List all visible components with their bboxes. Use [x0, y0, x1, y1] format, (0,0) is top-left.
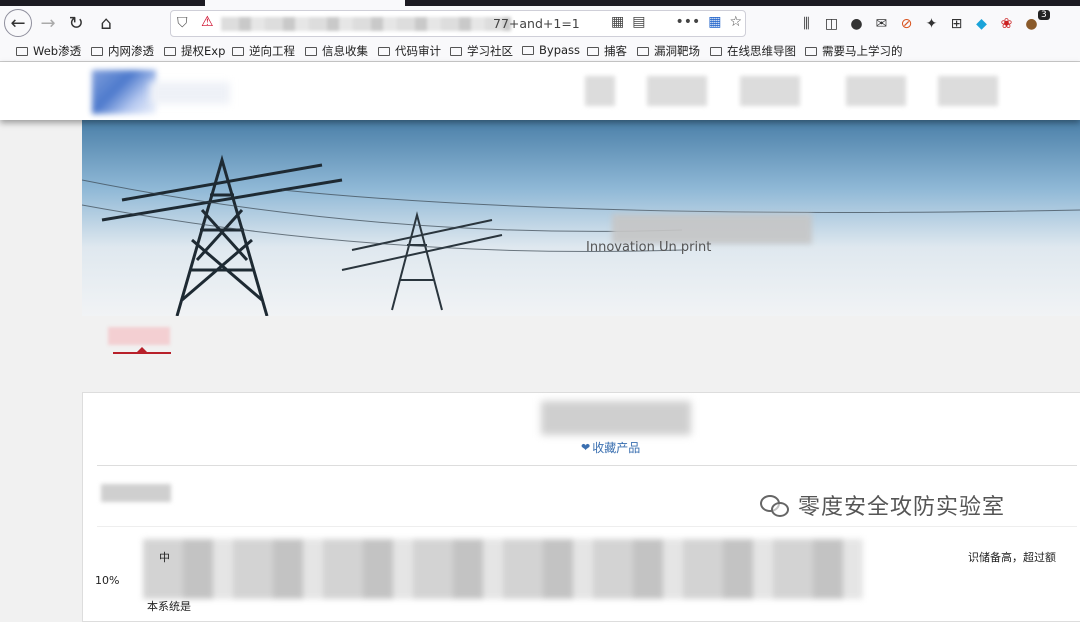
bookmark-folder[interactable]: 代码审计	[378, 43, 441, 59]
bookmark-folder[interactable]: 在线思维导图	[710, 43, 796, 59]
bookmark-label: 学习社区	[467, 44, 513, 58]
bookmark-folder[interactable]: 捕客	[587, 43, 627, 59]
divider	[97, 526, 1077, 527]
home-button[interactable]: ⌂	[92, 9, 120, 37]
bookmark-folder[interactable]: 需要马上学习的	[805, 43, 903, 59]
bookmark-folder[interactable]: 学习社区	[450, 43, 513, 59]
cube-icon[interactable]: ◆	[973, 16, 990, 32]
grid-icon[interactable]: ⊞	[948, 16, 965, 32]
nav-item-redacted[interactable]	[846, 76, 906, 106]
bookmark-folder[interactable]: 内网渗透	[91, 43, 154, 59]
heart-icon: ❤	[581, 441, 591, 454]
nav-item-redacted[interactable]	[585, 76, 615, 106]
folder-icon	[805, 46, 817, 56]
reload-icon: ↻	[68, 12, 84, 34]
url-text[interactable]: 77+and+1=1	[493, 16, 580, 31]
text-fragment: 中	[159, 551, 170, 564]
folder-icon	[637, 46, 649, 56]
extension-toolbar: ⫼ ◫ ● ✉ ⊘ ✦ ⊞ ◆ ❀ ●	[798, 16, 1040, 32]
bookmark-star-icon[interactable]: ☆	[729, 14, 742, 30]
bookmark-label: 在线思维导图	[727, 44, 796, 58]
more-actions-icon[interactable]: •••	[675, 14, 700, 30]
bookmark-label: 信息收集	[322, 44, 368, 58]
chat-icon[interactable]: ✉	[873, 16, 890, 32]
bookmarks-bar: Web渗透 内网渗透 提权Exp 逆向工程 信息收集 代码审计 学习社区 Byp…	[0, 40, 1080, 62]
bookmark-folder[interactable]: 漏洞靶场	[637, 43, 700, 59]
text-fragment: 识储备高，超过额	[968, 551, 1056, 564]
reload-button[interactable]: ↻	[62, 9, 90, 37]
banner-tagline: Innovation Un print	[586, 240, 712, 255]
nav-item-redacted[interactable]	[647, 76, 707, 106]
bookmark-label: 需要马上学习的	[822, 44, 903, 58]
bookmark-label: Bypass	[539, 43, 581, 57]
arrow-left-icon: ←	[10, 12, 26, 34]
folder-icon	[91, 46, 103, 56]
text-fragment: 本系统是	[147, 600, 191, 613]
bookmark-folder[interactable]: 信息收集	[305, 43, 368, 59]
folder-icon	[232, 46, 244, 56]
folder-icon	[587, 46, 599, 56]
watermark-text: 零度安全攻防实验室	[798, 495, 1006, 520]
library-icon[interactable]: ⫼	[798, 16, 815, 32]
folder-icon	[378, 46, 390, 56]
site-header	[0, 62, 1080, 120]
folder-icon	[164, 46, 176, 56]
bookmark-label: 内网渗透	[108, 44, 154, 58]
bookmark-label: 逆向工程	[249, 44, 295, 58]
folder-icon	[522, 45, 534, 55]
browser-toolbar: ← → ↻ ⌂ ⛉ ⚠ 77+and+1=1 ▦ ▤ ••• ▦ ☆ ⫼ ◫ ●…	[0, 6, 1080, 40]
wechat-icon	[760, 493, 790, 517]
folder-icon	[305, 46, 317, 56]
power-tower-illustration	[82, 154, 1080, 316]
wechat-watermark: 零度安全攻防实验室	[760, 489, 1005, 521]
puzzle-icon[interactable]: ✦	[923, 16, 940, 32]
folder-icon	[16, 46, 28, 56]
bookmark-label: Web渗透	[33, 44, 82, 58]
chat-bubble-small	[771, 502, 789, 517]
web-page: Innovation Un print ❤ 收藏产品 中 10% 本系统是 识储…	[0, 62, 1080, 622]
nav-item-redacted[interactable]	[938, 76, 998, 106]
address-bar[interactable]: ⛉ ⚠ 77+and+1=1 ▦ ▤ ••• ▦ ☆	[170, 10, 746, 37]
hackbar-icon[interactable]: ❀	[998, 16, 1015, 32]
site-logo[interactable]	[92, 70, 156, 114]
section-heading-redacted	[101, 484, 171, 502]
hero-banner: Innovation Un print	[82, 120, 1080, 316]
home-icon: ⌂	[100, 12, 112, 34]
description-redacted	[143, 539, 863, 599]
text-fragment: 10%	[95, 574, 120, 587]
reader-view-icon[interactable]: ▤	[632, 14, 645, 30]
bookmark-folder[interactable]: Web渗透	[16, 43, 81, 59]
favorite-link-label: 收藏产品	[592, 441, 641, 455]
divider	[97, 465, 1077, 466]
back-button[interactable]: ←	[4, 9, 32, 37]
nav-item-redacted[interactable]	[740, 76, 800, 106]
site-logo-text	[150, 82, 230, 104]
favorite-product-link[interactable]: ❤ 收藏产品	[581, 439, 640, 456]
bookmark-folder[interactable]: Bypass	[522, 43, 580, 57]
bookmark-label: 漏洞靶场	[654, 44, 700, 58]
bookmark-label: 提权Exp	[181, 44, 226, 58]
tracking-shield-icon[interactable]: ⛉	[177, 15, 188, 31]
insecure-lock-icon[interactable]: ⚠	[201, 14, 214, 30]
product-title-redacted	[541, 401, 691, 435]
bookmark-label: 捕客	[604, 44, 627, 58]
folder-icon	[450, 46, 462, 56]
url-actions: ▦ ▤ ••• ▦ ☆	[611, 14, 742, 30]
arrow-right-icon: →	[40, 12, 56, 34]
bookmark-label: 代码审计	[395, 44, 441, 58]
account-icon[interactable]: ●	[848, 16, 865, 32]
tab-underline	[113, 352, 171, 354]
bookmark-folder[interactable]: 提权Exp	[164, 43, 225, 59]
extension-badge: 3	[1038, 10, 1050, 20]
url-redacted	[221, 17, 511, 31]
bookmark-folder[interactable]: 逆向工程	[232, 43, 295, 59]
active-section-tab[interactable]	[108, 327, 170, 345]
windows-icon[interactable]: ▦	[708, 14, 721, 30]
blocker-icon[interactable]: ⊘	[898, 16, 915, 32]
qr-code-icon[interactable]: ▦	[611, 14, 624, 30]
folder-icon	[710, 46, 722, 56]
forward-button[interactable]: →	[34, 9, 62, 37]
sidebar-icon[interactable]: ◫	[823, 16, 840, 32]
